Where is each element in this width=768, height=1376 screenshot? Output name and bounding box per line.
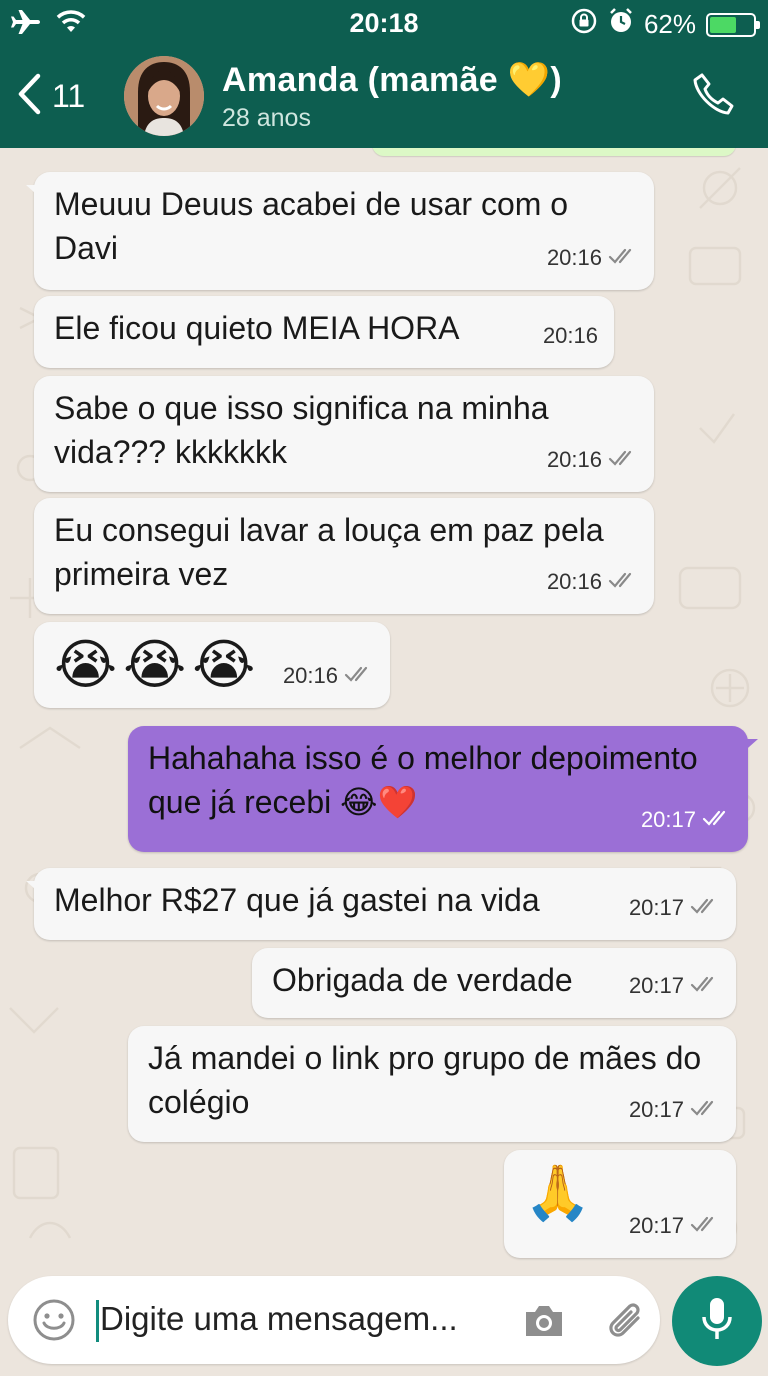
emoji-icon[interactable] <box>32 1298 76 1347</box>
incoming-message[interactable]: 🙏 20:17 <box>504 1150 736 1258</box>
double-check-icon <box>690 1204 720 1248</box>
message-placeholder: Digite uma mensagem... <box>100 1300 458 1337</box>
rotation-lock-icon <box>570 7 598 42</box>
message-time: 20:16 <box>546 569 602 594</box>
incoming-message[interactable]: Eu consegui lavar a louça em paz pela pr… <box>34 498 654 614</box>
message-meta: 20:16 <box>543 314 598 358</box>
message-time: 20:17 <box>628 1097 684 1122</box>
incoming-message[interactable]: Melhor R$27 que já gastei na vida 20:17 <box>26 868 736 940</box>
double-check-icon <box>690 886 720 930</box>
composer-bar: Digite uma mensagem... <box>0 1268 768 1376</box>
chat-area[interactable]: Meuuu Deuus acabei de usar com o Davi 20:… <box>0 148 768 1268</box>
double-check-icon <box>702 798 732 842</box>
message-time: 20:17 <box>628 1213 684 1238</box>
camera-icon[interactable] <box>522 1302 566 1345</box>
message-meta: 20:17 <box>629 1204 720 1248</box>
status-bar: 20:18 62% <box>0 0 768 46</box>
contact-subtitle: 28 anos <box>222 104 311 132</box>
mic-button[interactable] <box>672 1276 762 1366</box>
double-check-icon <box>690 964 720 1008</box>
double-check-icon <box>608 236 638 280</box>
message-meta: 20:17 <box>629 886 720 930</box>
message-meta: 20:16 <box>547 438 638 482</box>
message-meta: 20:17 <box>641 798 732 842</box>
bubble-tail <box>24 172 44 216</box>
mic-icon <box>699 1295 735 1348</box>
chat-header: 11 Amanda (mamãe 💛) 28 anos <box>0 46 768 148</box>
previous-message-edge <box>372 148 736 156</box>
incoming-message[interactable]: 😭😭😭 20:16 <box>34 622 390 708</box>
message-text: Melhor R$27 que já gastei na vida <box>54 882 540 918</box>
double-check-icon <box>344 654 374 698</box>
contact-name[interactable]: Amanda (mamãe 💛) <box>222 60 562 100</box>
message-text: Ele ficou quieto MEIA HORA <box>54 310 460 346</box>
back-chevron-icon <box>16 72 42 121</box>
paperclip-icon[interactable] <box>604 1298 650 1349</box>
message-meta: 20:16 <box>283 654 374 698</box>
message-time: 20:16 <box>282 663 338 688</box>
battery-level <box>710 16 737 33</box>
incoming-message[interactable]: Sabe o que isso significa na minha vida?… <box>34 376 654 492</box>
incoming-message[interactable]: Ele ficou quieto MEIA HORA 20:16 <box>34 296 614 368</box>
message-input[interactable]: Digite uma mensagem... <box>8 1276 660 1364</box>
unread-count: 11 <box>52 78 86 114</box>
message-meta: 20:17 <box>629 964 720 1008</box>
message-time: 20:16 <box>546 245 602 270</box>
battery-percent: 62% <box>643 9 696 39</box>
incoming-message[interactable]: Meuuu Deuus acabei de usar com o Davi 20:… <box>26 172 654 290</box>
message-meta: 20:16 <box>547 236 638 280</box>
bubble-tail <box>740 726 760 770</box>
message-meta: 20:17 <box>629 1088 720 1132</box>
message-time: 20:16 <box>546 447 602 472</box>
message-time: 20:17 <box>628 973 684 998</box>
message-time: 20:17 <box>628 895 684 920</box>
double-check-icon <box>608 438 638 482</box>
message-time: 20:16 <box>542 323 598 348</box>
message-meta: 20:16 <box>547 560 638 604</box>
back-button[interactable]: 11 <box>16 72 85 121</box>
bubble-tail <box>24 868 44 912</box>
double-check-icon <box>690 1088 720 1132</box>
double-check-icon <box>608 560 638 604</box>
message-time: 20:17 <box>640 807 696 832</box>
phone-icon[interactable] <box>692 72 736 123</box>
outgoing-message[interactable]: Hahahaha isso é o melhor depoimento que … <box>128 726 758 852</box>
incoming-message[interactable]: Já mandei o link pro grupo de mães do co… <box>128 1026 736 1142</box>
text-caret <box>96 1300 99 1342</box>
alarm-icon <box>608 7 634 42</box>
incoming-message[interactable]: Obrigada de verdade 20:17 <box>252 948 736 1018</box>
avatar[interactable] <box>124 56 204 136</box>
battery-icon <box>706 12 760 37</box>
